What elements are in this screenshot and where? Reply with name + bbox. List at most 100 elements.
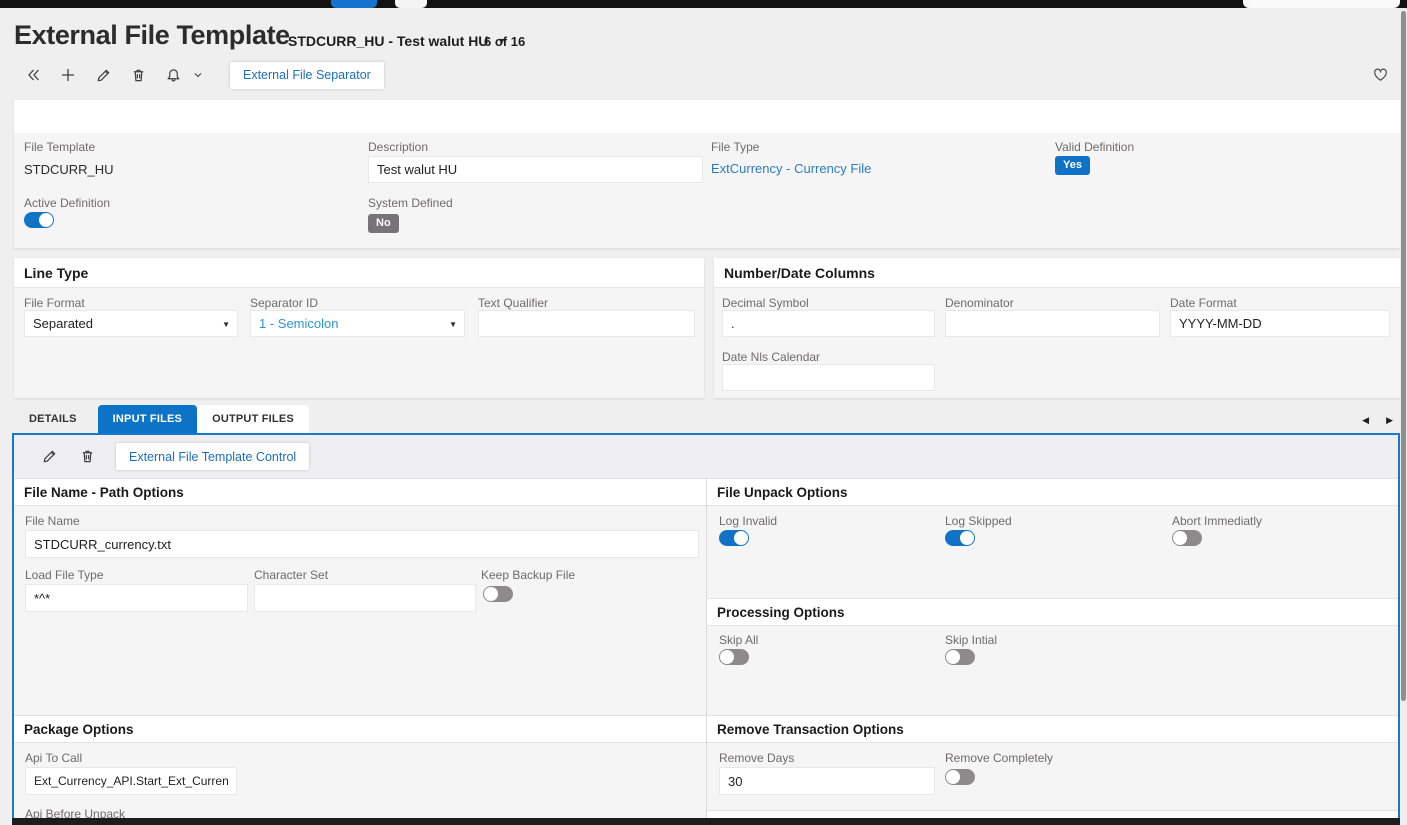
main-toolbar: External File Separator: [22, 61, 384, 89]
more-options-icon[interactable]: [191, 64, 205, 86]
panel-toolbar: External File Template Control: [14, 435, 1398, 478]
browser-top-bar: [0, 0, 1407, 8]
package-options-body: Api To Call Api Before Unpack: [14, 743, 706, 825]
separator-id-label: Separator ID: [250, 296, 319, 310]
log-invalid-toggle[interactable]: [719, 530, 749, 546]
file-name-path-options-title: File Name - Path Options: [14, 478, 706, 506]
overview-card: File Template STDCURR_HU Description Fil…: [14, 100, 1400, 248]
line-type-card: Line Type File Format Separated Separato…: [14, 258, 704, 398]
number-date-card: Number/Date Columns Decimal Symbol Denom…: [714, 258, 1400, 398]
log-invalid-label: Log Invalid: [719, 514, 778, 528]
date-nls-calendar-label: Date Nls Calendar: [722, 350, 821, 364]
description-input[interactable]: [368, 156, 703, 183]
processing-options-body: Skip All Skip Intial: [707, 626, 1398, 715]
valid-definition-label: Valid Definition: [1055, 140, 1135, 154]
delete-row-icon[interactable]: [76, 446, 98, 468]
file-template-label: File Template: [24, 140, 96, 154]
record-position: 6 of 16: [484, 34, 526, 49]
tab-bar: DETAILS INPUT FILES OUTPUT FILES: [14, 405, 309, 433]
browser-active-tab[interactable]: [331, 0, 377, 8]
number-date-title: Number/Date Columns: [714, 258, 1400, 288]
log-skipped-label: Log Skipped: [945, 514, 1012, 528]
file-type-label: File Type: [711, 140, 760, 154]
character-set-label: Character Set: [254, 568, 329, 582]
load-file-type-input[interactable]: [25, 584, 248, 612]
delete-icon[interactable]: [127, 64, 149, 86]
system-defined-label: System Defined: [368, 196, 453, 210]
api-to-call-input[interactable]: [25, 767, 237, 795]
api-to-call-label: Api To Call: [25, 751, 83, 765]
date-nls-calendar-input[interactable]: [722, 364, 935, 391]
keep-backup-file-label: Keep Backup File: [481, 568, 576, 582]
line-type-title: Line Type: [14, 258, 704, 288]
character-set-input[interactable]: [254, 584, 476, 612]
processing-options-title: Processing Options: [707, 598, 1398, 626]
tab-scroll-arrows: ◀ ▶: [1362, 412, 1393, 428]
abort-immediatly-label: Abort Immediatly: [1172, 514, 1263, 528]
keep-backup-file-toggle[interactable]: [483, 586, 513, 602]
date-format-input[interactable]: [1170, 310, 1390, 337]
separator-id-value: 1 - Semicolon: [259, 316, 339, 331]
date-format-label: Date Format: [1170, 296, 1237, 310]
remove-transaction-options-title: Remove Transaction Options: [707, 715, 1398, 743]
right-column: File Unpack Options Log Invalid Log Skip…: [707, 478, 1398, 825]
decimal-symbol-input[interactable]: [722, 310, 935, 337]
remove-completely-label: Remove Completely: [945, 751, 1054, 765]
remove-days-input[interactable]: [719, 767, 935, 795]
skip-all-toggle[interactable]: [719, 649, 749, 665]
browser-tab[interactable]: [395, 0, 427, 8]
tab-input-files[interactable]: INPUT FILES: [97, 405, 198, 433]
tab-output-files[interactable]: OUTPUT FILES: [197, 405, 309, 433]
remove-days-label: Remove Days: [719, 751, 795, 765]
remove-transaction-options-body: Remove Days Remove Completely: [707, 743, 1398, 810]
navigate-back-icon[interactable]: [22, 64, 44, 86]
bottom-edge-bar: [12, 818, 1400, 825]
page-title: External File Template: [14, 20, 290, 50]
skip-intial-label: Skip Intial: [945, 633, 998, 647]
tab-scroll-left-icon[interactable]: ◀: [1362, 412, 1369, 428]
record-selector[interactable]: STDCURR_HU - Test walut HU ▼: [288, 33, 506, 49]
denominator-input[interactable]: [945, 310, 1160, 337]
log-skipped-toggle[interactable]: [945, 530, 975, 546]
remove-completely-toggle[interactable]: [945, 769, 975, 785]
browser-toolbar-box: [1243, 0, 1400, 8]
left-column: File Name - Path Options File Name Load …: [14, 478, 707, 825]
add-icon[interactable]: [57, 64, 79, 86]
file-type-link[interactable]: ExtCurrency - Currency File: [711, 161, 871, 176]
scrollbar-thumb[interactable]: [1401, 11, 1406, 701]
active-definition-toggle[interactable]: [24, 212, 54, 228]
valid-definition-badge: Yes: [1055, 156, 1090, 175]
external-file-template-control-button[interactable]: External File Template Control: [116, 443, 310, 470]
denominator-label: Denominator: [945, 296, 1014, 310]
notifications-icon[interactable]: [162, 64, 184, 86]
tab-scroll-right-icon[interactable]: ▶: [1386, 412, 1393, 428]
decimal-symbol-label: Decimal Symbol: [722, 296, 809, 310]
file-name-input[interactable]: [25, 530, 699, 558]
active-definition-label: Active Definition: [24, 196, 111, 210]
input-files-panel: External File Template Control File Name…: [12, 433, 1400, 825]
edit-icon[interactable]: [92, 64, 114, 86]
file-unpack-options-title: File Unpack Options: [707, 478, 1398, 506]
package-options-title: Package Options: [14, 715, 706, 743]
file-format-label: File Format: [24, 296, 85, 310]
vertical-scrollbar[interactable]: [1400, 8, 1407, 825]
file-name-label: File Name: [25, 514, 80, 528]
text-qualifier-input[interactable]: [478, 310, 695, 337]
skip-intial-toggle[interactable]: [945, 649, 975, 665]
text-qualifier-label: Text Qualifier: [478, 296, 549, 310]
file-template-value: STDCURR_HU: [24, 162, 114, 177]
favorite-heart-icon[interactable]: [1372, 67, 1390, 85]
skip-all-label: Skip All: [719, 633, 759, 647]
system-defined-badge: No: [368, 214, 399, 233]
load-file-type-label: Load File Type: [25, 568, 104, 582]
external-file-separator-button[interactable]: External File Separator: [230, 61, 384, 89]
file-name-path-options-body: File Name Load File Type Character Set K…: [14, 506, 706, 715]
file-format-select[interactable]: Separated: [24, 310, 238, 337]
panel-sections: File Name - Path Options File Name Load …: [14, 478, 1398, 825]
tab-details[interactable]: DETAILS: [14, 405, 92, 433]
edit-row-icon[interactable]: [38, 446, 60, 468]
description-label: Description: [368, 140, 429, 154]
separator-id-select[interactable]: 1 - Semicolon: [250, 310, 465, 337]
file-unpack-options-body: Log Invalid Log Skipped Abort Immediatly: [707, 506, 1398, 598]
abort-immediatly-toggle[interactable]: [1172, 530, 1202, 546]
